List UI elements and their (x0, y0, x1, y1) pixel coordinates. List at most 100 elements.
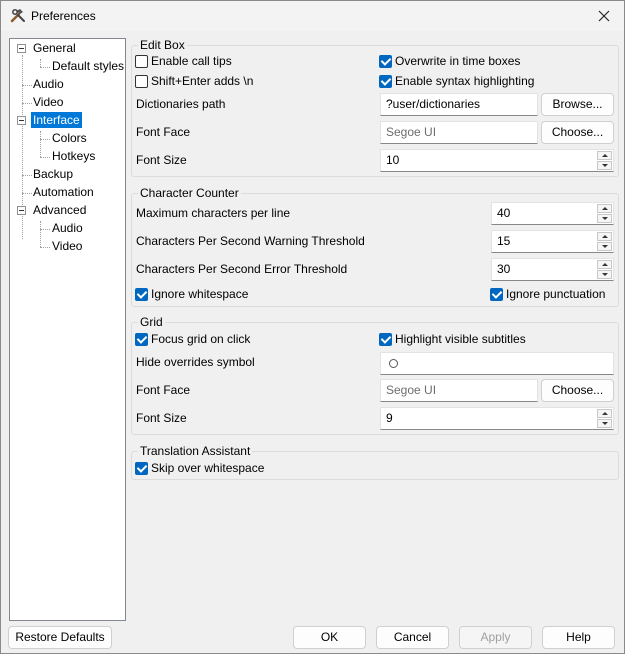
hide-overrides-input[interactable] (380, 352, 614, 375)
tree-item-advanced-video[interactable]: Video (50, 238, 84, 254)
spin-down-button[interactable] (597, 270, 612, 279)
syntax-highlighting-checkbox[interactable]: Enable syntax highlighting (379, 73, 534, 89)
spinner-value: 15 (497, 234, 511, 248)
window-title: Preferences (31, 9, 96, 23)
checkbox-box-checked (379, 55, 392, 68)
edit-font-face-input[interactable]: Segoe UI (380, 121, 538, 144)
dictionaries-path-label: Dictionaries path (136, 97, 226, 111)
apply-button[interactable]: Apply (459, 626, 532, 649)
cancel-button[interactable]: Cancel (376, 626, 449, 649)
grid-choose-font-button[interactable]: Choose... (541, 379, 614, 402)
tree-item-general[interactable]: General (31, 40, 78, 56)
spin-down-button[interactable] (597, 419, 612, 428)
spin-down-button[interactable] (597, 161, 612, 170)
checkbox-box-checked (135, 333, 148, 346)
tree-connector (40, 59, 41, 67)
edit-box-title: Edit Box (138, 38, 187, 52)
ignore-whitespace-checkbox[interactable]: Ignore whitespace (135, 286, 248, 302)
tree-item-hotkeys[interactable]: Hotkeys (50, 148, 97, 164)
tree-item-video[interactable]: Video (31, 94, 65, 110)
checkbox-box (135, 75, 148, 88)
browse-button[interactable]: Browse... (541, 93, 614, 116)
spin-up-button[interactable] (597, 409, 612, 418)
tree-item-automation[interactable]: Automation (31, 184, 96, 200)
checkbox-label: Enable call tips (151, 54, 232, 68)
spin-down-button[interactable] (597, 214, 612, 223)
translation-assistant-title: Translation Assistant (138, 444, 253, 458)
focus-grid-checkbox[interactable]: Focus grid on click (135, 331, 250, 347)
arrow-down-icon (601, 422, 608, 425)
collapse-interface-icon[interactable] (17, 116, 26, 125)
spinner-value: 40 (497, 206, 511, 220)
restore-defaults-button[interactable]: Restore Defaults (8, 626, 112, 649)
tree-item-advanced[interactable]: Advanced (31, 202, 88, 218)
arrow-down-icon (601, 164, 608, 167)
cps-error-label: Characters Per Second Error Threshold (136, 262, 348, 276)
spinner-arrows (597, 260, 612, 279)
highlight-visible-checkbox[interactable]: Highlight visible subtitles (379, 331, 526, 347)
checkbox-label: Enable syntax highlighting (395, 74, 535, 88)
tree-connector (40, 157, 50, 158)
shift-enter-checkbox[interactable]: Shift+Enter adds \n (135, 73, 253, 89)
tree-item-colors[interactable]: Colors (50, 130, 89, 146)
spin-up-button[interactable] (597, 204, 612, 213)
max-chars-label: Maximum characters per line (136, 206, 291, 220)
arrow-up-icon (601, 207, 608, 210)
cps-warning-label: Characters Per Second Warning Threshold (136, 234, 365, 248)
spinner-value: 30 (497, 262, 511, 276)
skip-whitespace-checkbox[interactable]: Skip over whitespace (135, 460, 264, 476)
tree-item-backup[interactable]: Backup (31, 166, 75, 182)
checkbox-label: Overwrite in time boxes (395, 54, 521, 68)
checkbox-label: Shift+Enter adds \n (151, 74, 254, 88)
arrow-up-icon (601, 235, 608, 238)
spinner-arrows (597, 232, 612, 251)
collapse-general-icon[interactable] (17, 44, 26, 53)
cps-warning-spinner[interactable]: 15 (491, 230, 614, 253)
checkbox-box-checked (379, 75, 392, 88)
grid-font-size-spinner[interactable]: 9 (380, 407, 614, 430)
arrow-down-icon (601, 245, 608, 248)
edit-choose-font-button[interactable]: Choose... (541, 121, 614, 144)
edit-font-size-label: Font Size (136, 153, 187, 167)
enable-call-tips-checkbox[interactable]: Enable call tips (135, 53, 232, 69)
spin-up-button[interactable] (597, 232, 612, 241)
tree-connector (40, 139, 50, 140)
cps-error-spinner[interactable]: 30 (491, 258, 614, 281)
overwrite-time-boxes-checkbox[interactable]: Overwrite in time boxes (379, 53, 520, 69)
max-chars-spinner[interactable]: 40 (491, 202, 614, 225)
tree-item-default-styles[interactable]: Default styles (50, 58, 126, 74)
checkbox-box-checked (490, 288, 503, 301)
arrow-up-icon (601, 154, 608, 157)
dictionaries-path-input[interactable]: ?user/dictionaries (380, 93, 538, 116)
edit-font-face-label: Font Face (136, 125, 191, 139)
checkbox-label: Ignore punctuation (506, 287, 606, 301)
spin-up-button[interactable] (597, 260, 612, 269)
preferences-tree[interactable]: General Default styles Audio Video Inter… (9, 38, 126, 621)
collapse-advanced-icon[interactable] (17, 206, 26, 215)
ok-button[interactable]: OK (293, 626, 366, 649)
help-button[interactable]: Help (542, 626, 615, 649)
close-button[interactable] (590, 4, 618, 28)
preferences-window: Preferences General Default styles Audio… (0, 0, 625, 654)
spinner-arrows (597, 151, 612, 170)
checkbox-label: Ignore whitespace (151, 287, 249, 301)
tree-item-audio[interactable]: Audio (31, 76, 66, 92)
grid-title: Grid (138, 315, 165, 329)
tree-connector (40, 131, 41, 157)
close-icon (598, 10, 610, 22)
spin-up-button[interactable] (597, 151, 612, 160)
checkbox-label: Highlight visible subtitles (395, 332, 526, 346)
ignore-punctuation-checkbox[interactable]: Ignore punctuation (490, 286, 605, 302)
title-bar[interactable]: Preferences (1, 1, 624, 31)
checkbox-box-checked (135, 288, 148, 301)
checkbox-box (135, 55, 148, 68)
grid-font-face-input[interactable]: Segoe UI (380, 379, 538, 402)
tree-connector (40, 67, 50, 68)
spin-down-button[interactable] (597, 242, 612, 251)
spinner-arrows (597, 204, 612, 223)
tree-connector (40, 229, 50, 230)
tree-item-advanced-audio[interactable]: Audio (50, 220, 85, 236)
tree-item-interface[interactable]: Interface (31, 112, 82, 128)
character-counter-title: Character Counter (138, 186, 241, 200)
edit-font-size-spinner[interactable]: 10 (380, 149, 614, 172)
